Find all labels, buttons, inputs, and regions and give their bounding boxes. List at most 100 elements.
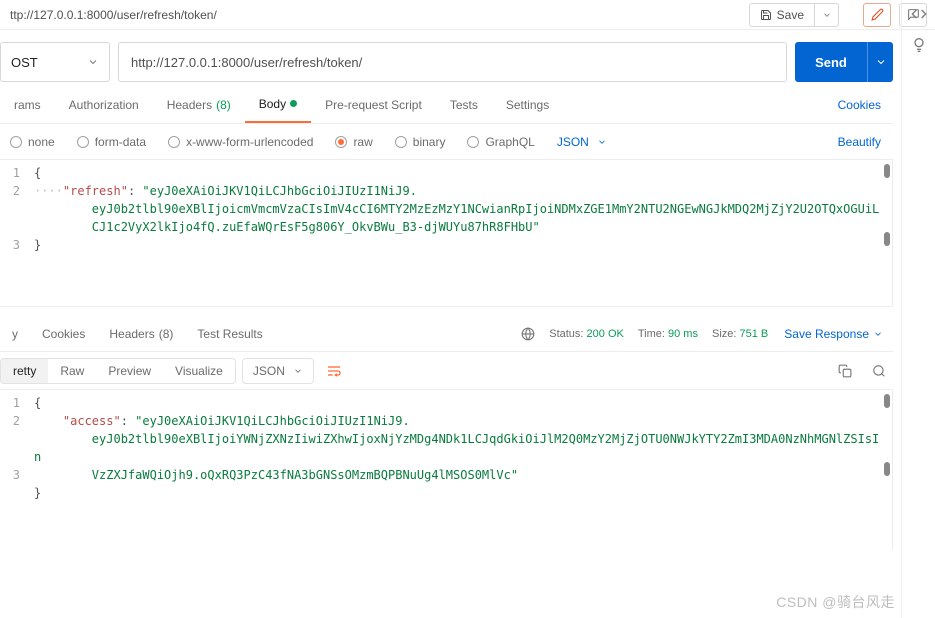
scrollbar-thumb[interactable] [884, 232, 890, 246]
body-type-binary-label: binary [413, 135, 446, 149]
radio-icon [10, 136, 22, 148]
search-response-button[interactable] [865, 358, 893, 384]
tab-params[interactable]: rams [0, 86, 55, 123]
radio-icon [395, 136, 407, 148]
body-format-value: JSON [557, 135, 589, 149]
size-block[interactable]: Size: 751 B [712, 328, 768, 340]
tab-headers-count: (8) [216, 98, 231, 112]
cookies-link[interactable]: Cookies [826, 98, 893, 112]
response-gutter: 123 [0, 390, 26, 550]
scrollbar-thumb[interactable] [884, 164, 890, 178]
request-url-input[interactable]: http://127.0.0.1:8000/user/refresh/token… [118, 42, 787, 82]
tab-prerequest[interactable]: Pre-request Script [311, 86, 436, 123]
save-response-button[interactable]: Save Response [774, 327, 893, 341]
chevron-down-icon [597, 137, 607, 147]
beautify-link[interactable]: Beautify [826, 135, 893, 149]
request-body-editor[interactable]: 123 { ····"refresh": "eyJ0eXAiOiJKV1QiLC… [0, 160, 893, 306]
view-raw[interactable]: Raw [48, 359, 96, 383]
tab-body[interactable]: Body [245, 86, 311, 123]
radio-icon [77, 136, 89, 148]
view-pretty[interactable]: retty [1, 359, 48, 383]
send-button[interactable]: Send [795, 42, 867, 82]
chevron-down-icon [87, 56, 99, 68]
save-response-label: Save Response [784, 327, 869, 341]
save-label: Save [777, 8, 804, 22]
tab-headers-label: Headers [167, 98, 212, 112]
lightbulb-icon [911, 36, 927, 52]
status-area: Status: 200 OK Time: 90 ms Size: 751 B [521, 327, 774, 341]
tab-body-indicator [290, 100, 297, 107]
body-type-row: none form-data x-www-form-urlencoded raw… [0, 124, 893, 160]
resp-tab-body[interactable]: y [0, 316, 30, 351]
resp-tab-cookies[interactable]: Cookies [30, 316, 97, 351]
chevron-down-icon [293, 366, 303, 376]
response-format-value: JSON [253, 364, 285, 378]
request-code: { ····"refresh": "eyJ0eXAiOiJKV1QiLCJhbG… [26, 160, 892, 306]
view-preview[interactable]: Preview [96, 359, 163, 383]
body-type-formdata-label: form-data [95, 135, 146, 149]
save-button[interactable]: Save [750, 4, 814, 26]
tips-button[interactable] [911, 36, 927, 52]
response-toolbar: retty Raw Preview Visualize JSON [0, 352, 893, 390]
view-mode-segment: retty Raw Preview Visualize [0, 358, 236, 384]
splitter[interactable] [0, 306, 893, 316]
view-visualize[interactable]: Visualize [163, 359, 235, 383]
globe-icon[interactable] [521, 327, 535, 341]
pencil-icon [871, 8, 884, 21]
code-panel-button[interactable] [911, 6, 927, 22]
http-method-value: OST [11, 55, 38, 70]
tab-headers[interactable]: Headers (8) [153, 86, 245, 123]
tab-url: ttp://127.0.0.1:8000/user/refresh/token/ [8, 8, 749, 22]
tab-body-label: Body [259, 97, 286, 111]
tab-settings[interactable]: Settings [492, 86, 563, 123]
body-type-binary[interactable]: binary [385, 135, 456, 149]
body-type-urlencoded[interactable]: x-www-form-urlencoded [158, 135, 323, 149]
copy-icon [838, 364, 852, 378]
response-body-editor[interactable]: 123 { "access": "eyJ0eXAiOiJKV1QiLCJhbGc… [0, 390, 893, 550]
send-caret[interactable] [867, 42, 893, 82]
body-type-none[interactable]: none [0, 135, 65, 149]
scrollbar-thumb[interactable] [884, 394, 890, 408]
save-button-group: Save [749, 3, 839, 27]
watermark: CSDN @骑台风走 [776, 592, 895, 612]
body-format-select[interactable]: JSON [547, 135, 617, 149]
time-block[interactable]: Time: 90 ms [638, 328, 698, 340]
chevron-down-icon [875, 56, 887, 68]
wrap-icon [326, 363, 342, 379]
tab-tests[interactable]: Tests [436, 86, 492, 123]
body-type-none-label: none [28, 135, 55, 149]
resp-tab-headers-count: (8) [159, 327, 174, 341]
floppy-icon [760, 9, 772, 21]
search-icon [872, 364, 886, 378]
resp-tab-headers-label: Headers [109, 327, 154, 341]
resp-tab-headers[interactable]: Headers (8) [97, 316, 185, 351]
code-icon [911, 6, 927, 22]
body-type-raw[interactable]: raw [325, 135, 382, 149]
resp-tab-tests[interactable]: Test Results [185, 316, 274, 351]
radio-icon [467, 136, 479, 148]
request-tabs: rams Authorization Headers (8) Body Pre-… [0, 86, 893, 124]
scrollbar-thumb[interactable] [884, 462, 890, 476]
save-caret[interactable] [814, 4, 838, 26]
tab-authorization[interactable]: Authorization [55, 86, 153, 123]
copy-response-button[interactable] [831, 358, 859, 384]
status-block[interactable]: Status: 200 OK [549, 328, 624, 340]
body-type-graphql-label: GraphQL [485, 135, 534, 149]
radio-icon [168, 136, 180, 148]
wrap-lines-button[interactable] [320, 358, 348, 384]
response-tabs: y Cookies Headers (8) Test Results Statu… [0, 316, 893, 352]
response-format-select[interactable]: JSON [242, 358, 314, 384]
body-type-raw-label: raw [353, 135, 372, 149]
request-url-value: http://127.0.0.1:8000/user/refresh/token… [131, 55, 362, 70]
edit-button[interactable] [863, 3, 891, 27]
right-sidebar [901, 0, 935, 618]
chevron-down-icon [822, 10, 832, 20]
body-type-graphql[interactable]: GraphQL [457, 135, 544, 149]
request-gutter: 123 [0, 160, 26, 306]
http-method-select[interactable]: OST [0, 42, 110, 82]
radio-icon [335, 136, 347, 148]
chevron-down-icon [873, 329, 883, 339]
body-type-formdata[interactable]: form-data [67, 135, 156, 149]
send-button-group: Send [795, 42, 893, 82]
response-code: { "access": "eyJ0eXAiOiJKV1QiLCJhbGciOiJ… [26, 390, 892, 550]
